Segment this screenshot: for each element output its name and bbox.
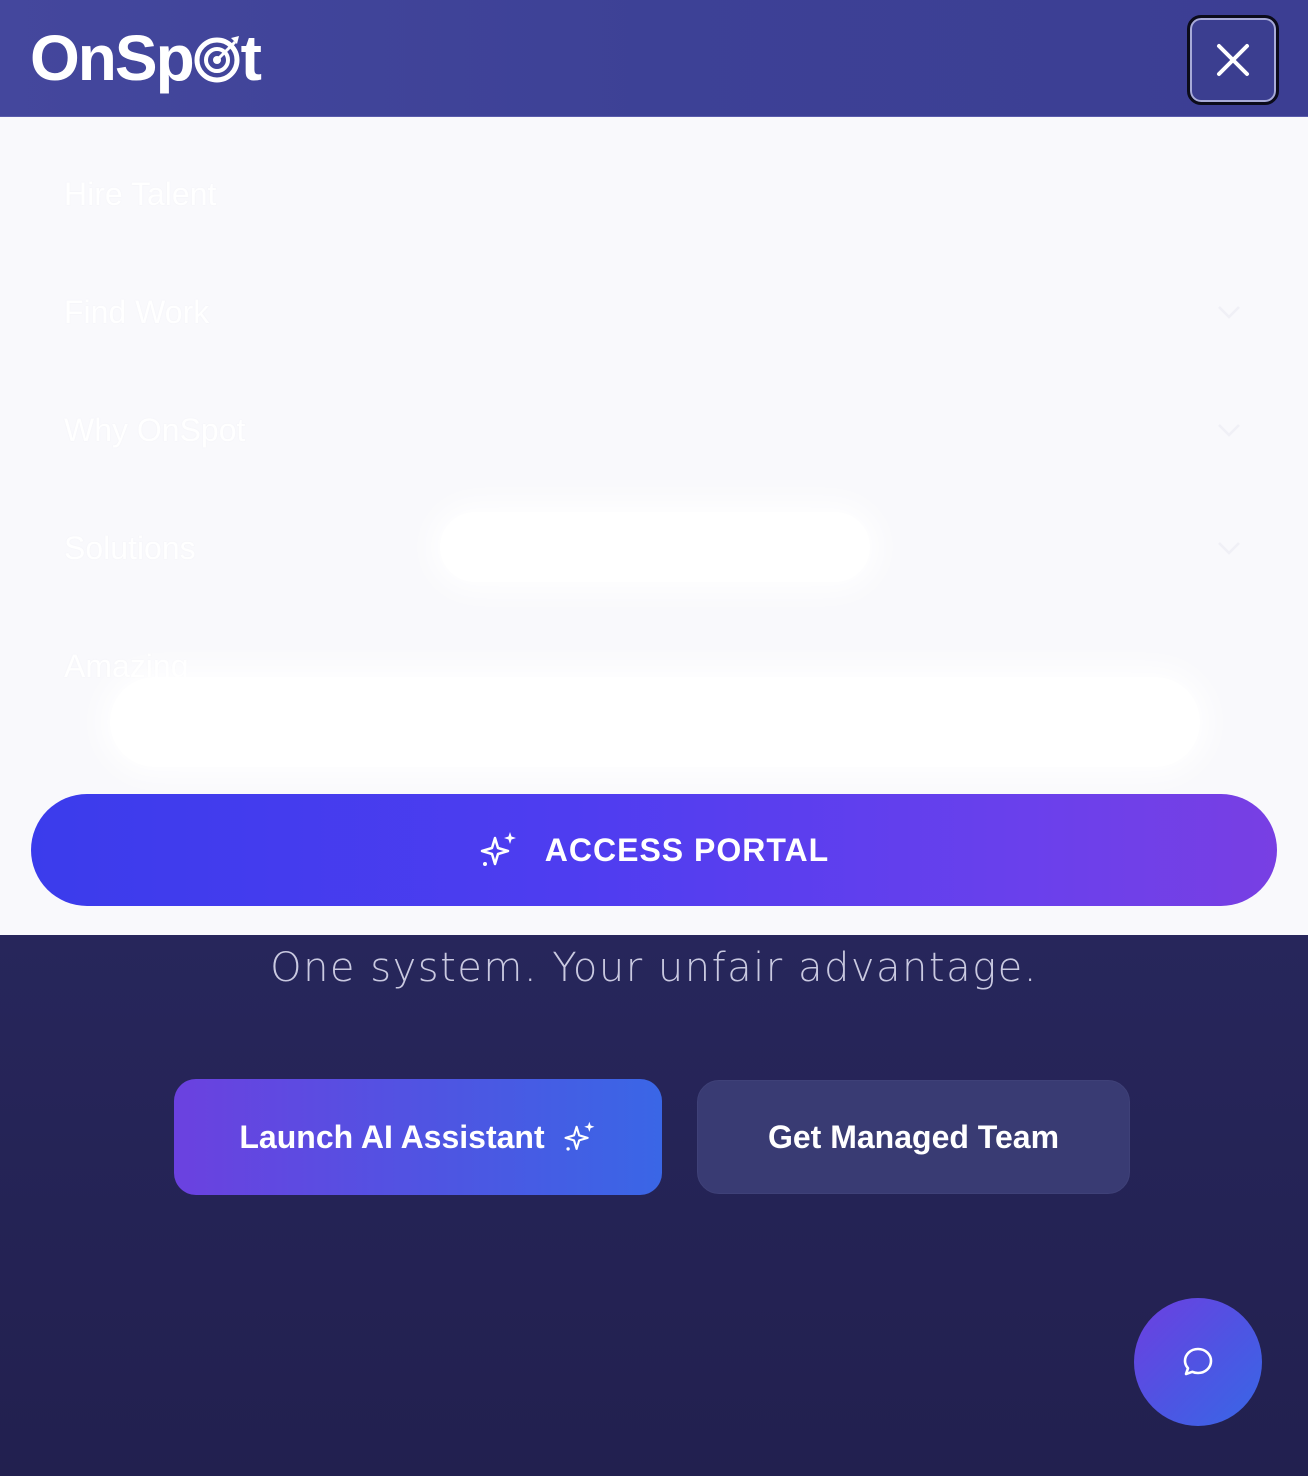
access-portal-button[interactable]: ACCESS PORTAL [31,794,1277,906]
chat-bubble-icon [1183,1347,1213,1376]
logo-text-start: OnSp [30,22,195,94]
get-managed-team-label: Get Managed Team [767,1118,1060,1155]
close-icon [1217,44,1249,76]
chat-widget-button[interactable] [1134,1298,1262,1426]
sparkle-icon [480,832,516,866]
sparkle-icon [564,1121,595,1151]
menu-item-label: Hire Talent [64,175,217,212]
target-icon [194,36,240,83]
site-header: OnSp t [0,0,1308,117]
chevron-down-icon [1218,306,1240,319]
menu-item-find-work[interactable]: Find Work [64,282,1244,342]
logo-text-end: t [240,22,262,94]
onspot-logo[interactable]: OnSp t [30,22,262,94]
menu-item-hire-talent[interactable]: Hire Talent [64,164,1244,224]
chevron-down-icon [1218,424,1240,437]
menu-item-label: Find Work [64,293,210,330]
close-menu-button[interactable] [1187,15,1279,105]
menu-item-label: Solutions [64,529,196,566]
get-managed-team-button[interactable]: Get Managed Team [697,1080,1130,1194]
background-shape [110,677,1200,767]
menu-item-why-onspot[interactable]: Why OnSpot [64,400,1244,460]
mobile-nav-menu: Hire Talent Find Work Why OnSpot Solutio… [0,117,1308,935]
launch-ai-assistant-button[interactable]: Launch AI Assistant [174,1079,662,1195]
menu-item-label: Why OnSpot [64,411,246,448]
background-shape [440,512,870,582]
access-portal-label: ACCESS PORTAL [544,831,830,868]
hero-tagline: One system. Your unfair advantage. [270,945,1038,991]
launch-ai-assistant-label: Launch AI Assistant [239,1118,545,1155]
chevron-down-icon [1218,542,1240,555]
